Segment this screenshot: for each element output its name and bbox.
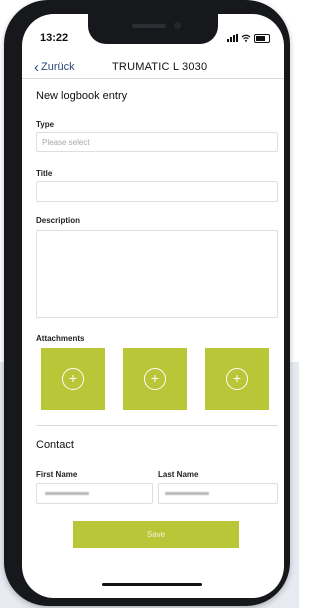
- plus-circle-icon: +: [226, 368, 248, 390]
- speaker: [132, 24, 166, 28]
- add-attachment-button-3[interactable]: +: [205, 348, 269, 410]
- contact-heading: Contact: [36, 439, 74, 451]
- nav-bar: ‹ Zurück TRUMATIC L 3030: [22, 58, 284, 80]
- type-label: Type: [36, 120, 55, 129]
- description-textarea[interactable]: [36, 230, 278, 318]
- last-name-label: Last Name: [158, 470, 199, 479]
- description-label: Description: [36, 216, 81, 225]
- type-select[interactable]: Please select: [36, 132, 278, 152]
- save-button[interactable]: Save: [73, 521, 239, 548]
- type-placeholder: Please select: [42, 138, 90, 147]
- chevron-left-icon: ‹: [34, 58, 39, 76]
- add-attachment-button-2[interactable]: +: [123, 348, 187, 410]
- battery-icon: [254, 33, 270, 43]
- add-attachment-button-1[interactable]: +: [41, 348, 105, 410]
- first-name-input[interactable]: [36, 483, 153, 504]
- back-label: Zurück: [41, 61, 75, 73]
- nav-title: TRUMATIC L 3030: [112, 61, 208, 73]
- phone-screen: 13:22 ‹ Zurück TRUMATIC L 3030 New logbo…: [22, 14, 284, 598]
- home-indicator: [102, 583, 202, 586]
- title-label: Title: [36, 169, 53, 178]
- section-divider: [36, 425, 278, 426]
- status-time: 13:22: [40, 32, 69, 44]
- plus-circle-icon: +: [144, 368, 166, 390]
- first-name-redacted: [45, 492, 89, 495]
- title-input[interactable]: [36, 181, 278, 202]
- notch: [88, 14, 218, 44]
- nav-divider: [22, 78, 284, 79]
- back-button[interactable]: ‹ Zurück: [34, 58, 75, 76]
- status-icons: [227, 33, 270, 43]
- wifi-icon: [241, 34, 251, 43]
- plus-circle-icon: +: [62, 368, 84, 390]
- signal-icon: [227, 34, 238, 42]
- attachments-label: Attachments: [36, 334, 85, 343]
- camera: [174, 22, 181, 29]
- last-name-input[interactable]: [158, 483, 278, 504]
- page-title: New logbook entry: [36, 90, 128, 102]
- last-name-redacted: [165, 492, 209, 495]
- phone-frame: 13:22 ‹ Zurück TRUMATIC L 3030 New logbo…: [4, 0, 290, 606]
- first-name-label: First Name: [36, 470, 78, 479]
